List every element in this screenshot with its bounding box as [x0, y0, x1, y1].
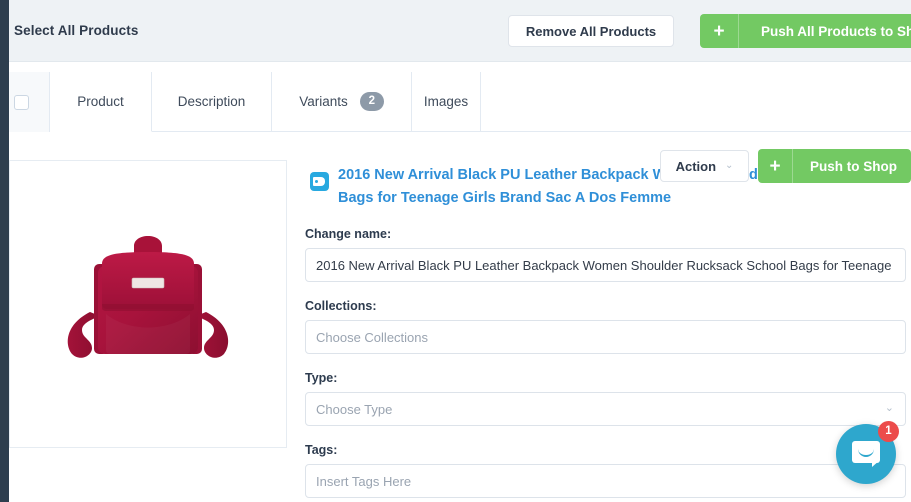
tab-product[interactable]: Product: [50, 72, 152, 132]
unread-count-badge: 1: [878, 421, 899, 442]
plus-icon: +: [769, 155, 781, 177]
chevron-down-icon: ⌄: [884, 402, 894, 414]
tab-images[interactable]: Images: [412, 72, 481, 132]
change-name-label: Change name:: [305, 227, 392, 241]
chevron-down-icon: ⌄: [725, 160, 734, 171]
tab-description[interactable]: Description: [152, 72, 272, 132]
tab-images-label: Images: [423, 94, 469, 109]
push-to-shop-label: Push to Shop: [810, 158, 897, 174]
tab-row-filler: [481, 72, 911, 132]
collections-field: Collections:: [305, 299, 911, 354]
tags-input[interactable]: [305, 464, 906, 498]
row-select-cell: [9, 72, 50, 132]
push-all-products-label: Push All Products to Shop: [761, 23, 911, 39]
tab-list: Product Description Variants 2 Images: [50, 72, 481, 132]
type-select-value: Choose Type: [316, 401, 393, 417]
product-tag-icon[interactable]: [310, 172, 329, 191]
type-field: Type: Choose Type ⌄: [305, 371, 911, 426]
product-form: 2016 New Arrival Black PU Leather Backpa…: [305, 142, 911, 498]
plus-icon: +: [713, 20, 725, 42]
action-dropdown-button[interactable]: Action ⌄: [660, 150, 749, 182]
tab-description-label: Description: [177, 94, 246, 109]
select-product-checkbox[interactable]: [14, 95, 29, 110]
change-name-field: Change name:: [305, 227, 911, 282]
tab-variants-label: Variants: [299, 94, 348, 109]
product-image-card: [9, 160, 287, 448]
tag-icon-hole: [315, 180, 318, 183]
tab-row: Product Description Variants 2 Images Ac…: [0, 62, 911, 183]
left-nav-rail: [0, 0, 9, 502]
app-root: Select All Products Remove All Products …: [0, 0, 911, 502]
tags-field: Tags:: [305, 443, 911, 498]
change-name-input[interactable]: [305, 248, 906, 282]
top-toolbar: Select All Products Remove All Products …: [0, 0, 911, 62]
select-all-products-label: Select All Products: [14, 23, 139, 38]
tab-product-label: Product: [77, 94, 124, 109]
tags-label: Tags:: [305, 443, 338, 457]
intercom-launcher-button[interactable]: 1: [836, 421, 899, 484]
tab-variants[interactable]: Variants 2: [272, 72, 412, 132]
type-label: Type:: [305, 371, 338, 385]
product-detail-panel: 2016 New Arrival Black PU Leather Backpa…: [0, 142, 911, 502]
product-image: [48, 204, 248, 404]
collections-input[interactable]: [305, 320, 906, 354]
type-select[interactable]: Choose Type ⌄: [305, 392, 906, 426]
push-to-shop-button[interactable]: + Push to Shop: [758, 149, 911, 183]
action-dropdown-label: Action: [675, 158, 717, 174]
variants-count-badge: 2: [359, 92, 384, 111]
chat-bubble-tail: [872, 460, 880, 467]
push-all-products-to-shop-button[interactable]: + Push All Products to Shop: [700, 14, 911, 48]
collections-label: Collections:: [305, 299, 377, 313]
remove-all-products-button[interactable]: Remove All Products: [508, 15, 674, 47]
